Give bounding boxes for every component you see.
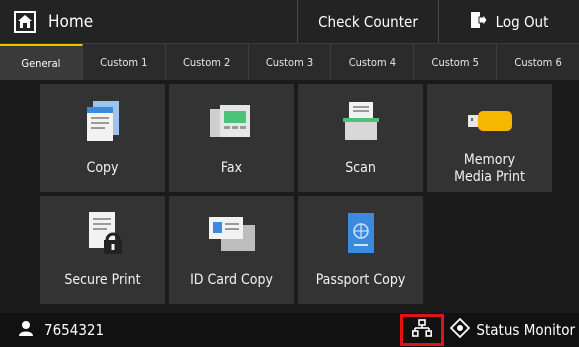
scan-tile[interactable]: Scan [298, 84, 423, 192]
scan-icon [339, 96, 383, 146]
tab-custom-5[interactable]: Custom 5 [414, 44, 498, 80]
top-bar: Home Check Counter Log Out [0, 0, 579, 44]
tab-label: Custom 2 [182, 55, 231, 69]
tab-label: Custom 6 [514, 55, 562, 69]
tab-label: General [21, 56, 61, 70]
function-grid: Copy Fax Scan Memory Media Print Secure … [40, 84, 552, 304]
fax-tile[interactable]: Fax [169, 84, 294, 192]
home-label: Home [48, 11, 94, 32]
tab-label: Custom 1 [100, 55, 148, 69]
home-button[interactable]: Home [0, 0, 298, 43]
tab-custom-1[interactable]: Custom 1 [83, 44, 166, 80]
fax-label: Fax [220, 160, 243, 176]
network-icon [412, 319, 433, 341]
copy-tile[interactable]: Copy [40, 84, 165, 192]
secure-print-label: Secure Print [64, 272, 141, 288]
fax-icon [208, 96, 256, 146]
memory-media-print-label: Memory Media Print [454, 152, 525, 185]
scan-label: Scan [345, 160, 376, 176]
id-card-copy-label: ID Card Copy [190, 272, 273, 288]
copy-icon [83, 96, 123, 146]
copy-label: Copy [86, 160, 119, 176]
status-monitor-button[interactable]: Status Monitor [450, 317, 579, 342]
status-monitor-label: Status Monitor [476, 321, 575, 339]
logout-icon [470, 11, 488, 33]
id-card-icon [207, 208, 257, 258]
user-info: 7654321 [0, 320, 400, 340]
status-bar: 7654321 Status Monitor [0, 313, 579, 347]
tab-custom-4[interactable]: Custom 4 [331, 44, 415, 80]
tab-custom-3[interactable]: Custom 3 [249, 44, 332, 80]
tab-general[interactable]: General [0, 44, 83, 80]
secure-print-tile[interactable]: Secure Print [40, 196, 165, 304]
passport-icon [344, 208, 378, 258]
tab-label: Custom 4 [348, 55, 397, 69]
tab-custom-6[interactable]: Custom 6 [497, 44, 579, 80]
network-status-button[interactable] [400, 314, 445, 346]
user-id: 7654321 [44, 321, 105, 339]
passport-copy-tile[interactable]: Passport Copy [298, 196, 423, 304]
passport-copy-label: Passport Copy [315, 272, 406, 288]
user-icon [18, 320, 34, 340]
id-card-copy-tile[interactable]: ID Card Copy [169, 196, 294, 304]
secure-print-icon [83, 208, 123, 258]
logout-button[interactable]: Log Out [439, 0, 579, 43]
memory-media-print-tile[interactable]: Memory Media Print [427, 84, 552, 192]
tab-bar: General Custom 1 Custom 2 Custom 3 Custo… [0, 44, 579, 80]
tab-custom-2[interactable]: Custom 2 [166, 44, 249, 80]
home-icon [14, 10, 36, 33]
usb-memory-icon [462, 96, 518, 146]
logout-label: Log Out [495, 12, 549, 31]
check-counter-label: Check Counter [318, 12, 418, 31]
tab-label: Custom 3 [265, 55, 314, 69]
status-monitor-icon [450, 317, 471, 342]
check-counter-button[interactable]: Check Counter [298, 0, 439, 43]
tab-label: Custom 5 [431, 55, 479, 69]
